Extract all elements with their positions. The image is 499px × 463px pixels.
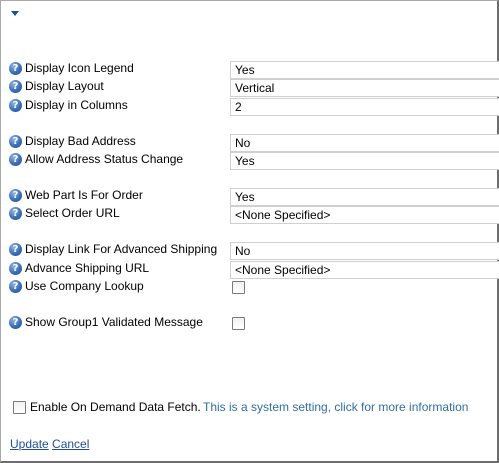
enable-on-demand-fetch-label: Enable On Demand Data Fetch. <box>30 400 201 414</box>
system-setting-info-link[interactable]: This is a system setting, click for more… <box>203 400 468 414</box>
display-bad-address-label: Display Bad Address <box>25 134 136 148</box>
help-icon[interactable]: ? <box>9 135 22 148</box>
display-link-for-advanced-shipping-label: Display Link For Advanced Shipping <box>25 242 218 256</box>
display-layout-label: Display Layout <box>25 79 104 93</box>
collapse-toggle-icon[interactable] <box>11 11 19 16</box>
web-part-is-for-order-select[interactable]: Yes <box>230 188 499 206</box>
help-icon[interactable]: ? <box>9 189 22 202</box>
display-in-columns-label: Display in Columns <box>25 98 128 112</box>
allow-address-status-change-select[interactable]: Yes <box>230 152 499 170</box>
help-icon[interactable]: ? <box>9 262 22 275</box>
enable-on-demand-fetch-checkbox[interactable] <box>13 401 26 414</box>
show-group1-validated-message-label: Show Group1 Validated Message <box>25 315 203 329</box>
form-actions: Update Cancel <box>10 437 89 451</box>
update-link[interactable]: Update <box>10 437 49 451</box>
display-in-columns-input[interactable]: 2 <box>230 98 499 116</box>
cancel-link[interactable]: Cancel <box>52 437 89 451</box>
help-icon[interactable]: ? <box>9 153 22 166</box>
settings-panel: ? Display Icon Legend Yes ? Display Layo… <box>0 0 499 463</box>
use-company-lookup-checkbox[interactable] <box>232 281 245 294</box>
display-icon-legend-select[interactable]: Yes <box>230 61 499 79</box>
help-icon[interactable]: ? <box>9 207 22 220</box>
help-icon[interactable]: ? <box>9 62 22 75</box>
show-group1-validated-message-checkbox[interactable] <box>232 317 245 330</box>
allow-address-status-change-label: Allow Address Status Change <box>25 152 184 166</box>
select-order-url-label: Select Order URL <box>25 206 120 220</box>
advance-shipping-url-label: Advance Shipping URL <box>25 261 150 275</box>
display-layout-select[interactable]: Vertical <box>230 79 499 97</box>
help-icon[interactable]: ? <box>9 280 22 293</box>
display-link-for-advanced-shipping-select[interactable]: No <box>230 242 499 260</box>
display-bad-address-select[interactable]: No <box>230 134 499 152</box>
help-icon[interactable]: ? <box>9 80 22 93</box>
advance-shipping-url-select[interactable]: <None Specified> <box>230 261 499 279</box>
select-order-url-select[interactable]: <None Specified> <box>230 206 499 224</box>
help-icon[interactable]: ? <box>9 243 22 256</box>
use-company-lookup-label: Use Company Lookup <box>25 279 144 293</box>
help-icon[interactable]: ? <box>9 316 22 329</box>
web-part-is-for-order-label: Web Part Is For Order <box>25 188 143 202</box>
help-icon[interactable]: ? <box>9 99 22 112</box>
display-icon-legend-label: Display Icon Legend <box>25 61 134 75</box>
